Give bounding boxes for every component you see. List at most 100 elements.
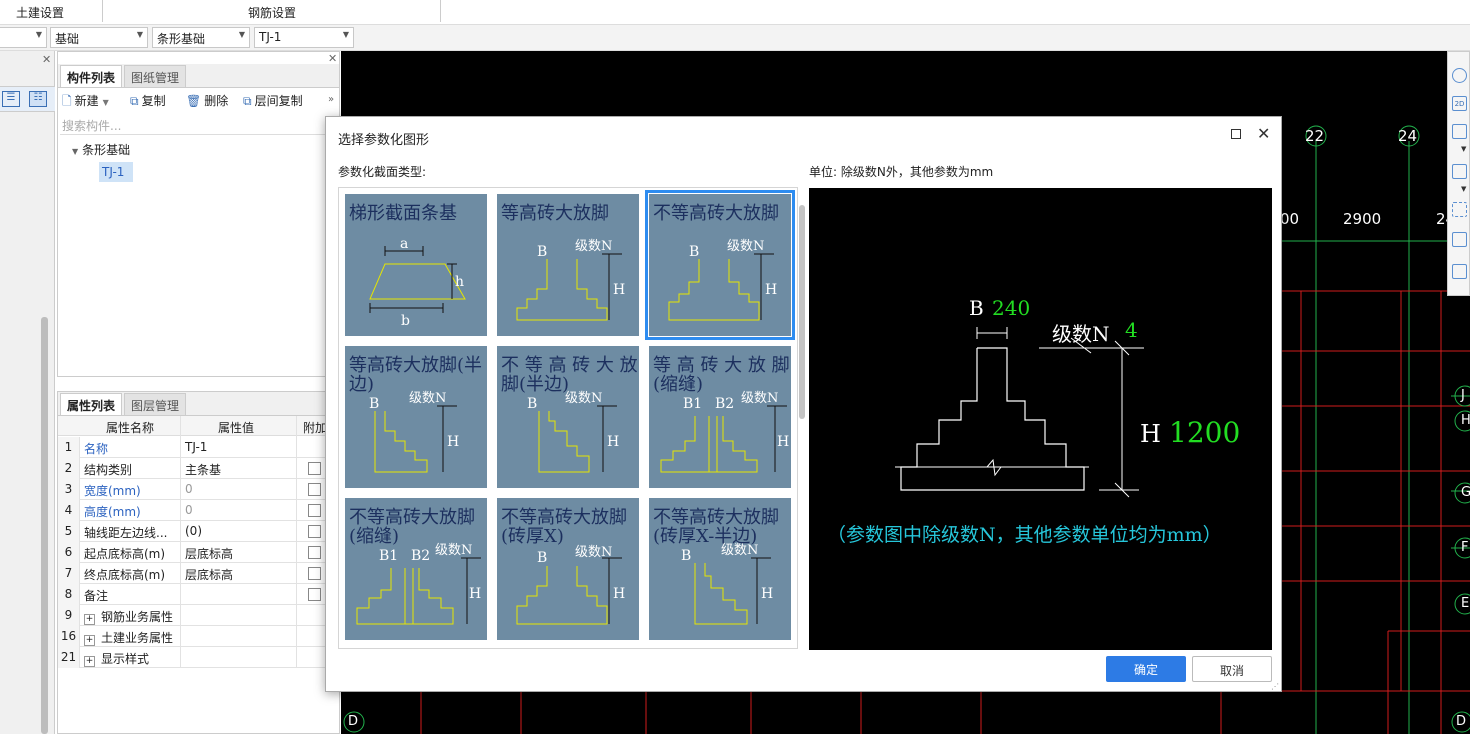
new-button[interactable]: 🗋 新建 ▼ (62, 92, 109, 113)
floor-copy-icon: ⧉ (243, 94, 252, 108)
svg-text:H: H (761, 586, 773, 602)
column-divider (296, 416, 297, 668)
property-value[interactable]: TJ-1 (185, 440, 295, 454)
component-dropdown[interactable]: TJ-1 ▼ (254, 27, 354, 48)
property-value[interactable]: (0) (185, 524, 295, 538)
detail-view-icon[interactable]: ☷ (29, 91, 47, 107)
tab-component-list[interactable]: 构件列表 (60, 65, 123, 87)
shape-cell-brick-thickness-x[interactable]: B 级数N H 不等高砖大放脚(砖厚X) (497, 498, 639, 640)
cancel-button[interactable]: 取消 (1192, 656, 1272, 682)
property-value[interactable]: 0 (185, 503, 295, 517)
floor-copy-label: 层间复制 (254, 94, 303, 108)
tree-node-strip-foundation[interactable]: ▼ 条形基础 (72, 141, 130, 158)
row-number: 4 (58, 500, 80, 521)
tab-civil-settings[interactable]: 土建设置 (16, 4, 64, 21)
maximize-icon[interactable] (1231, 129, 1241, 139)
row-number: 16 (58, 626, 80, 647)
property-row[interactable]: 2 结构类别 主条基 (58, 458, 341, 479)
extra-checkbox[interactable] (308, 567, 321, 580)
preview-note: （参数图中除级数N，其他参数单位均为mm） (827, 524, 1222, 546)
shape-cell-brick-thickness-x-half[interactable]: B 级数N H 不等高砖大放脚(砖厚X-半边) (649, 498, 791, 640)
shape-cell-unequal-joint[interactable]: B1 B2 级数N H 不等高砖大放脚(缩缝) (345, 498, 487, 640)
expand-icon[interactable]: + (84, 635, 95, 646)
floor-copy-button[interactable]: ⧉ 层间复制 (243, 92, 303, 109)
scrollbar[interactable] (41, 317, 48, 734)
shape-cell-unequal-height-brick-selected[interactable]: B 级数N H 不等高砖大放脚 (645, 190, 795, 340)
tab-rebar-settings[interactable]: 钢筋设置 (248, 4, 296, 21)
select-region-icon[interactable] (1452, 202, 1467, 217)
property-name-text: 起点底标高(m) (84, 547, 166, 561)
property-row[interactable]: 21 + 显示样式 (58, 647, 341, 668)
extra-checkbox[interactable] (308, 462, 321, 475)
shape-cell-trapezoid[interactable]: a h b 梯形截面条基 (345, 194, 487, 336)
property-row[interactable]: 8 备注 (58, 584, 341, 605)
new-file-icon: 🗋 (62, 94, 72, 108)
svg-text:B: B (527, 396, 537, 412)
scrollbar[interactable] (799, 205, 805, 419)
floor-dropdown[interactable]: ▼ (0, 27, 47, 48)
tab-layer-management[interactable]: 图层管理 (124, 393, 187, 415)
property-row[interactable]: 16 + 土建业务属性 (58, 626, 341, 647)
more-icon[interactable]: » (328, 94, 334, 105)
type-dropdown[interactable]: 条形基础 ▼ (152, 27, 250, 48)
property-row[interactable]: 1 名称 TJ-1 (58, 437, 341, 458)
extra-checkbox[interactable] (308, 525, 321, 538)
property-value[interactable]: 0 (185, 482, 295, 496)
close-icon[interactable]: ✕ (42, 53, 51, 66)
property-name-text: 钢筋业务属性 (101, 610, 174, 624)
3d-box-icon[interactable] (1452, 124, 1467, 139)
view-toolbar: 2D ▼ ▼ (1447, 51, 1470, 296)
property-name: + 钢筋业务属性 (84, 608, 180, 625)
chevron-down-icon: ▼ (136, 30, 143, 39)
axis-label-d: D (348, 714, 359, 729)
svg-text:H: H (613, 586, 625, 602)
expand-icon[interactable]: + (84, 656, 95, 667)
property-row[interactable]: 4 高度(mm) 0 (58, 500, 341, 521)
orbit-icon[interactable] (1452, 68, 1467, 83)
shape-cell-equal-joint[interactable]: B1 B2 级数N H 等 高 砖 大 放 脚(缩缝) (649, 346, 791, 488)
svg-text:级数N: 级数N (575, 545, 612, 560)
property-row[interactable]: 6 起点底标高(m) 层底标高 (58, 542, 341, 563)
property-row[interactable]: 7 终点底标高(m) 层底标高 (58, 563, 341, 584)
layer-icon[interactable] (1452, 264, 1467, 279)
row-number: 6 (58, 542, 80, 563)
property-row[interactable]: 5 轴线距左边线... (0) (58, 521, 341, 542)
svg-text:B2: B2 (715, 396, 734, 412)
extra-checkbox[interactable] (308, 546, 321, 559)
extra-checkbox[interactable] (308, 504, 321, 517)
cube-icon[interactable] (1452, 232, 1467, 247)
delete-label: 删除 (204, 94, 229, 108)
property-value[interactable]: 层底标高 (185, 566, 295, 583)
chevron-down-icon[interactable]: ▼ (1461, 145, 1466, 153)
search-input[interactable]: 搜索构件... (60, 115, 338, 135)
close-icon[interactable]: ✕ (1257, 124, 1270, 143)
property-name: 名称 (84, 440, 180, 457)
chevron-down-icon: ▼ (35, 30, 42, 39)
tree-node-tj1[interactable]: TJ-1 (99, 162, 133, 182)
delete-button[interactable]: 🗑 删除 (186, 92, 228, 109)
ok-button[interactable]: 确定 (1106, 656, 1186, 682)
shape-cell-equal-height-brick[interactable]: B 级数N H 等高砖大放脚 (497, 194, 639, 336)
list-view-icon[interactable]: ☰ (2, 91, 20, 107)
select-parametric-shape-dialog: 选择参数化图形 ✕ 参数化截面类型: 单位: 除级数N外，其他参数为mm a h… (325, 116, 1282, 692)
resize-grip-icon[interactable]: ⋰ (1271, 682, 1279, 691)
svg-text:b: b (401, 313, 410, 329)
shape-cell-unequal-half[interactable]: B 级数N H 不 等 高 砖 大 放脚(半边) (497, 346, 639, 488)
row-number: 1 (58, 437, 80, 458)
shape-cell-equal-half[interactable]: B 级数N H 等高砖大放脚(半边) (345, 346, 487, 488)
copy-label: 复制 (141, 94, 166, 108)
solid-box-icon[interactable] (1452, 164, 1467, 179)
copy-button[interactable]: ⧉ 复制 (130, 92, 166, 109)
tab-drawing-management[interactable]: 图纸管理 (124, 65, 187, 87)
property-value[interactable]: 主条基 (185, 461, 295, 478)
tab-property-list[interactable]: 属性列表 (60, 393, 123, 415)
extra-checkbox[interactable] (308, 483, 321, 496)
chevron-down-icon[interactable]: ▼ (1461, 185, 1466, 193)
property-value[interactable]: 层底标高 (185, 545, 295, 562)
2d-view-icon[interactable]: 2D (1452, 96, 1467, 111)
extra-checkbox[interactable] (308, 588, 321, 601)
property-row[interactable]: 9 + 钢筋业务属性 (58, 605, 341, 626)
expand-icon[interactable]: + (84, 614, 95, 625)
category-dropdown[interactable]: 基础 ▼ (50, 27, 148, 48)
property-row[interactable]: 3 宽度(mm) 0 (58, 479, 341, 500)
